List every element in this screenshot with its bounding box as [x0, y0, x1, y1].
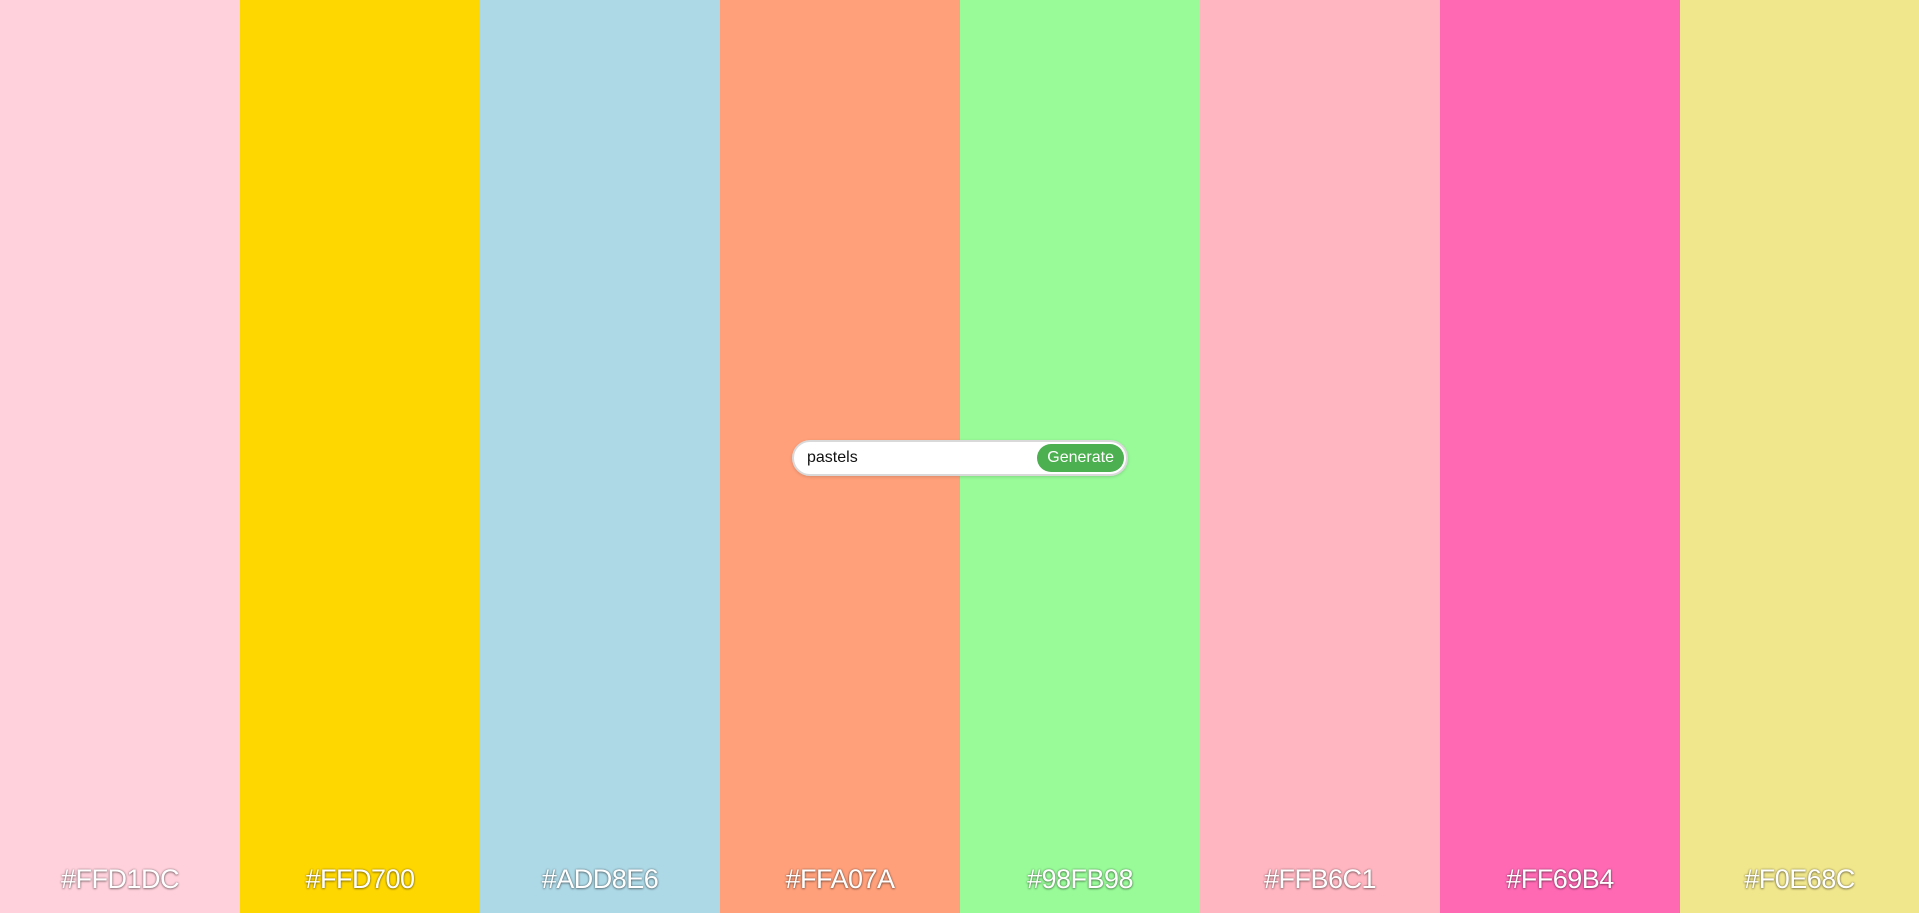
search-input[interactable]	[794, 443, 1038, 473]
hex-code-label[interactable]: #98FB98	[960, 864, 1200, 895]
hex-code-label[interactable]: #F0E68C	[1680, 864, 1919, 895]
generate-button[interactable]: Generate	[1037, 444, 1124, 472]
hex-code-label[interactable]: #FFD700	[240, 864, 480, 895]
color-swatch[interactable]: #FF69B4	[1440, 0, 1680, 913]
hex-code-label[interactable]: #ADD8E6	[480, 864, 720, 895]
hex-code-label[interactable]: #FF69B4	[1440, 864, 1680, 895]
hex-code-label[interactable]: #FFB6C1	[1200, 864, 1440, 895]
color-swatch[interactable]: #FFD1DC	[0, 0, 240, 913]
color-swatch[interactable]: #ADD8E6	[480, 0, 720, 913]
color-swatch[interactable]: #F0E68C	[1680, 0, 1919, 913]
hex-code-label[interactable]: #FFD1DC	[0, 864, 240, 895]
hex-code-label[interactable]: #FFA07A	[720, 864, 960, 895]
color-swatch[interactable]: #FFB6C1	[1200, 0, 1440, 913]
color-swatch[interactable]: #FFD700	[240, 0, 480, 913]
search-bar: Generate	[792, 440, 1128, 476]
